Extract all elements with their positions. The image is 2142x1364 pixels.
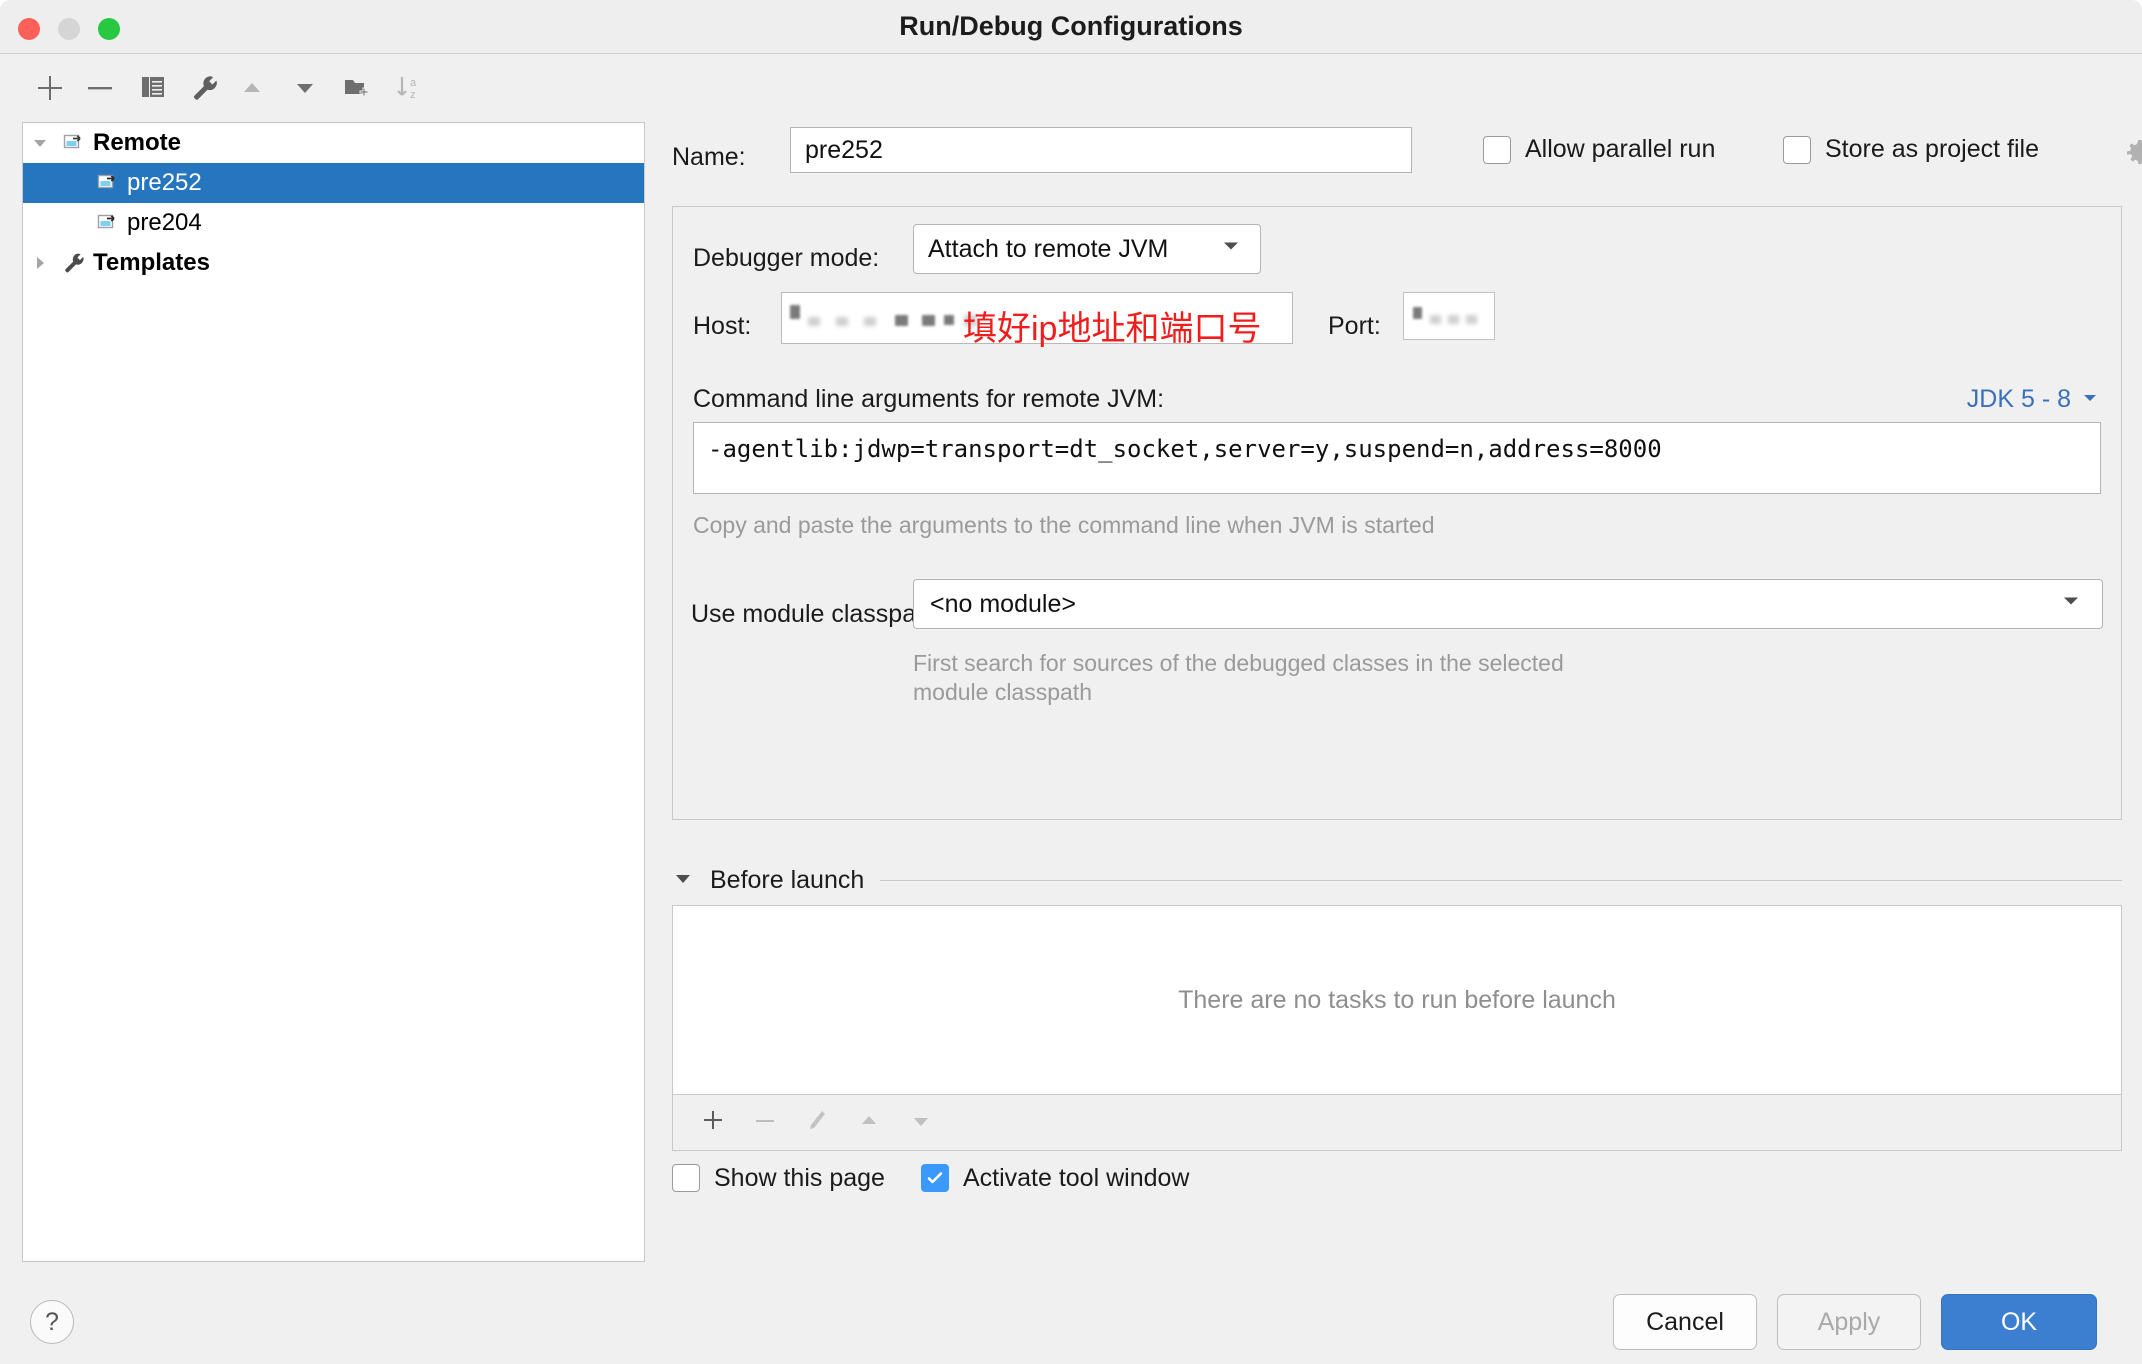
chevron-down-icon [1220,235,1242,264]
module-classpath-value: <no module> [930,589,1076,618]
configurations-tree[interactable]: Remote pre252 pre204 Templates [22,122,645,1262]
cancel-button[interactable]: Cancel [1613,1294,1757,1350]
before-launch-empty-message: There are no tasks to run before launch [1178,985,1616,1014]
sort-az-icon: a z [395,73,425,103]
debugger-mode-select[interactable]: Attach to remote JVM [913,224,1261,274]
checkbox-box[interactable] [672,1164,700,1192]
debugger-mode-label: Debugger mode: [693,244,880,272]
move-configuration-down-button[interactable] [285,68,325,108]
edit-task-button [797,1103,837,1143]
triangle-up-icon [855,1107,883,1140]
add-configuration-button[interactable] [30,68,70,108]
move-task-up-button [849,1103,889,1143]
tree-item-templates[interactable]: Templates [23,243,644,283]
add-task-button[interactable] [693,1103,733,1143]
checkbox-box[interactable] [1483,135,1511,164]
plus-icon [699,1107,727,1140]
checkbox-box[interactable] [920,1164,949,1192]
sort-configurations-button[interactable]: a z [390,68,430,108]
host-label: Host: [693,312,752,340]
pencil-icon [803,1107,831,1140]
name-label: Name: [672,143,746,171]
store-settings-gear-button[interactable] [2124,137,2142,174]
triangle-down-icon [290,73,320,103]
activate-tool-window-label: Activate tool window [962,1163,1190,1192]
remove-configuration-button[interactable] [80,68,120,108]
copy-icon [138,73,168,103]
svg-text:a: a [410,77,417,89]
tree-item-label: Templates [93,249,210,276]
before-launch-toolbar [672,1095,2122,1151]
new-folder-button[interactable] [337,68,377,108]
tree-item-remote[interactable]: Remote [23,123,644,163]
minus-icon [751,1107,779,1140]
checkbox-box[interactable] [1783,135,1811,164]
gear-icon [2124,140,2142,173]
show-this-page-checkbox[interactable]: Show this page [672,1164,885,1193]
before-launch-tasks-list[interactable]: There are no tasks to run before launch [672,905,2122,1095]
remote-config-icon [91,211,125,235]
svg-text:z: z [410,89,416,101]
debugger-mode-value: Attach to remote JVM [928,234,1169,263]
plus-icon [35,73,65,103]
wrench-icon [57,251,91,275]
tree-item-label: pre204 [127,209,202,236]
before-launch-header[interactable]: Before launch [672,860,2122,900]
tree-item-pre252[interactable]: pre252 [23,163,644,203]
edit-templates-button[interactable] [185,68,225,108]
command-line-arguments-label: Command line arguments for remote JVM: [693,385,1165,413]
run-debug-configurations-dialog: Run/Debug Configurations a z Remote pre2… [0,0,2142,1364]
window-title: Run/Debug Configurations [899,11,1243,41]
copy-configuration-button[interactable] [133,68,173,108]
tree-item-label: pre252 [127,169,202,196]
command-line-arguments-field[interactable]: -agentlib:jdwp=transport=dt_socket,serve… [693,422,2101,494]
remote-config-icon [57,131,91,155]
chevron-down-icon [2081,385,2099,414]
configuration-tab-panel: Debugger mode: Attach to remote JVM Host… [672,206,2122,820]
allow-parallel-run-label: Allow parallel run [1525,135,1716,163]
move-configuration-up-button[interactable] [232,68,272,108]
tree-item-pre204[interactable]: pre204 [23,203,644,243]
twisty-down-icon[interactable] [23,133,57,153]
allow-parallel-run-checkbox[interactable]: Allow parallel run [1483,135,1715,164]
help-button[interactable]: ? [30,1300,74,1344]
twisty-right-icon[interactable] [23,253,57,273]
store-as-project-file-label: Store as project file [1825,135,2039,163]
tree-item-label: Remote [93,129,182,156]
before-launch-title: Before launch [710,865,865,894]
port-label: Port: [1328,312,1381,340]
command-line-hint: Copy and paste the arguments to the comm… [693,512,1435,538]
module-classpath-label: Use module classpath: [691,600,944,628]
module-classpath-select[interactable]: <no module> [913,579,2103,629]
collapse-before-launch-icon[interactable] [672,867,694,894]
ok-button[interactable]: OK [1941,1294,2097,1350]
wrench-icon [190,73,220,103]
host-annotation-text: 填好ip地址和端口号 [963,310,1262,348]
folder-add-icon [342,73,372,103]
remote-config-icon [91,171,125,195]
name-input[interactable]: pre252 [790,127,1412,173]
remove-task-button [745,1103,785,1143]
jdk-version-label: JDK 5 - 8 [1966,385,2071,413]
move-task-down-button [901,1103,941,1143]
store-as-project-file-checkbox[interactable]: Store as project file [1783,135,2039,164]
configurations-toolbar: a z [0,55,650,120]
activate-tool-window-checkbox[interactable]: Activate tool window [920,1163,1190,1193]
port-input[interactable] [1403,292,1495,340]
chevron-down-icon [2060,590,2082,619]
title-bar: Run/Debug Configurations [0,0,2142,54]
triangle-down-icon [907,1107,935,1140]
apply-button[interactable]: Apply [1777,1294,1921,1350]
module-classpath-hint: First search for sources of the debugged… [913,650,1564,705]
launch-options: Show this page Activate tool window [672,1155,2122,1201]
jdk-version-selector[interactable]: JDK 5 - 8 [1967,385,2099,414]
minus-icon [85,73,115,103]
show-this-page-label: Show this page [714,1163,885,1192]
divider [880,879,2122,881]
triangle-up-icon [237,73,267,103]
